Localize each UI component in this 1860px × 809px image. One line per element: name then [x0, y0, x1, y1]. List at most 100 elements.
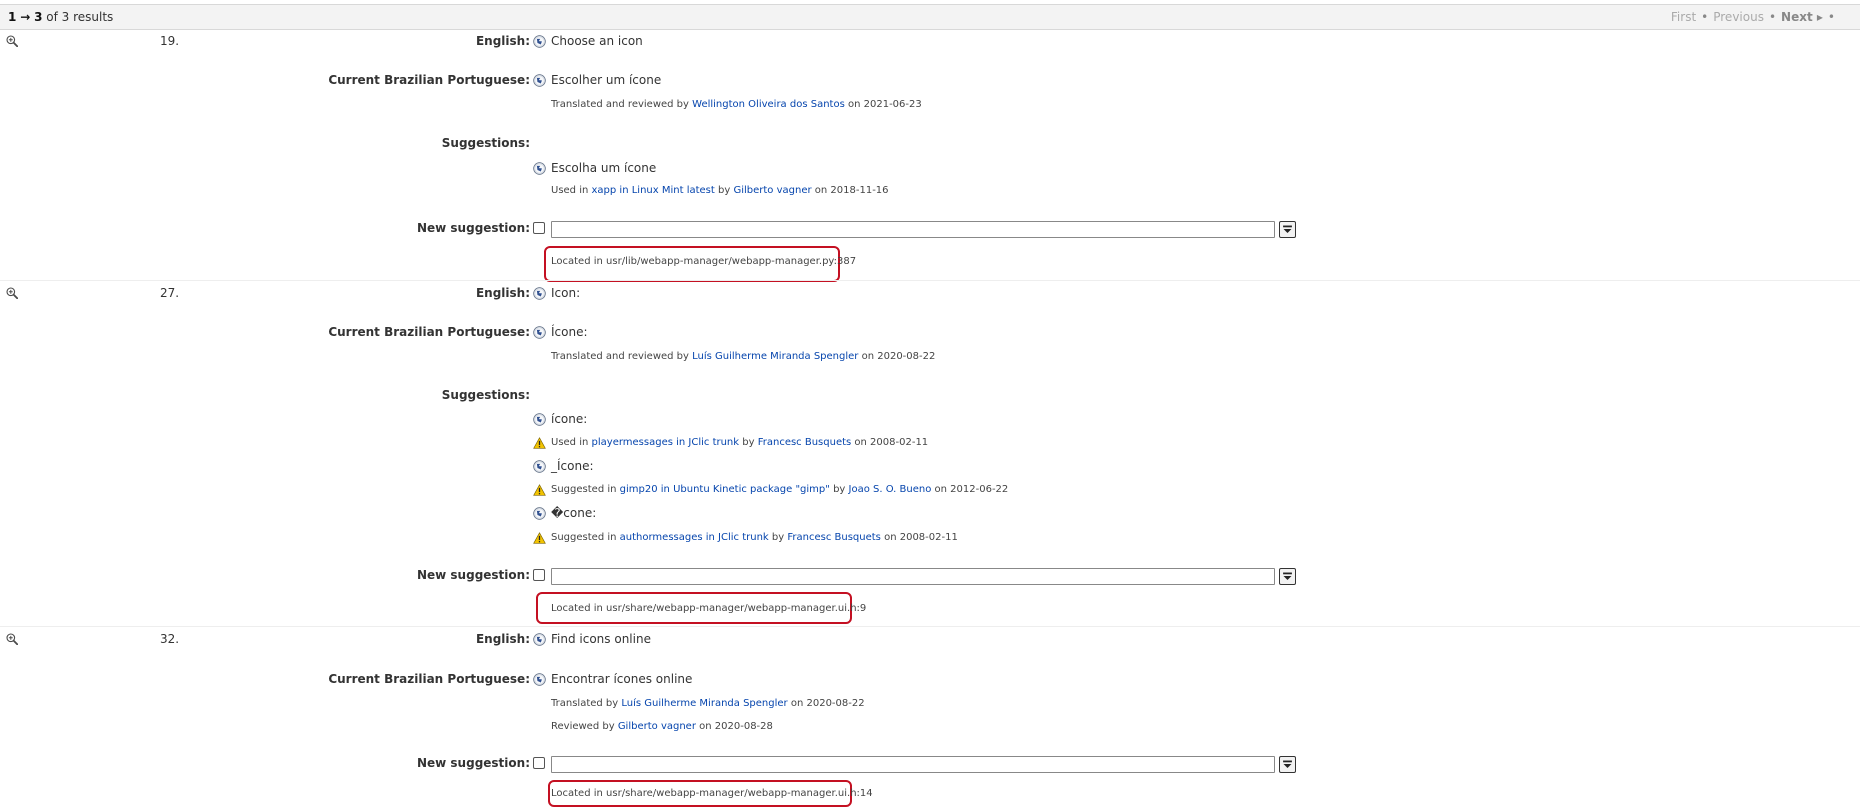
range-arrow: →: [20, 10, 31, 24]
globe-icon[interactable]: [533, 287, 546, 300]
translator-link[interactable]: Luís Guilherme Miranda Spengler: [621, 698, 787, 709]
globe-icon[interactable]: [533, 460, 546, 473]
meta-by: by: [833, 484, 846, 495]
dropdown-icon[interactable]: [1279, 221, 1296, 238]
meta-by: by: [718, 185, 731, 196]
meta-date: on 2018-11-16: [814, 185, 889, 196]
meta-prefix: Suggested in: [551, 484, 617, 495]
new-suggestion-checkbox[interactable]: [533, 757, 545, 769]
suggestion-meta: Suggested in authormessages in JClic tru…: [551, 532, 958, 543]
source-link[interactable]: playermessages in JClic trunk: [592, 437, 740, 448]
new-suggestion-label: New suggestion:: [416, 756, 530, 770]
english-text: Choose an icon: [551, 34, 643, 48]
english-text: Icon:: [551, 286, 581, 300]
meta-date: on 2020-08-22: [861, 351, 936, 362]
new-suggestion-input[interactable]: [551, 756, 1275, 773]
meta-date: on 2021-06-23: [847, 99, 922, 110]
zoom-in-icon[interactable]: [6, 287, 18, 299]
english-label: English:: [475, 286, 530, 300]
current-label: Current Brazilian Portuguese:: [328, 325, 530, 339]
globe-icon[interactable]: [533, 507, 546, 520]
suggestion-text[interactable]: Escolha um ícone: [551, 161, 656, 175]
suggestion-text[interactable]: _Ícone:: [551, 459, 594, 473]
previous-link[interactable]: Previous: [1713, 10, 1764, 24]
zoom-in-icon[interactable]: [6, 35, 18, 47]
meta-prefix: Suggested in: [551, 532, 617, 543]
range-start: 1: [8, 10, 17, 24]
suggestion-text[interactable]: �cone:: [551, 506, 596, 520]
globe-icon[interactable]: [533, 633, 546, 646]
pagination: First • Previous • Next ▸ •: [1671, 10, 1840, 24]
translator-link[interactable]: Luís Guilherme Miranda Spengler: [692, 351, 858, 362]
entry-divider: [0, 626, 1860, 627]
next-link[interactable]: Next ▸: [1781, 10, 1823, 24]
new-suggestion-input[interactable]: [551, 221, 1275, 238]
warning-icon: [533, 532, 546, 544]
new-suggestion-checkbox[interactable]: [533, 222, 545, 234]
entry-divider: [0, 280, 1860, 281]
meta-by: by: [742, 437, 755, 448]
author-link[interactable]: Gilberto vagner: [733, 185, 811, 196]
source-link[interactable]: xapp in Linux Mint latest: [592, 185, 715, 196]
pager-dot: •: [1827, 10, 1835, 24]
current-text: Ícone:: [551, 325, 588, 339]
current-label: Current Brazilian Portuguese:: [328, 672, 530, 686]
translator-link[interactable]: Wellington Oliveira dos Santos: [692, 99, 845, 110]
results-bar: 1 → 3 of 3 results First • Previous • Next ▸…: [0, 4, 1860, 30]
english-label: English:: [475, 632, 530, 646]
results-total: of 3 results: [46, 10, 114, 24]
meta-date: on 2008-02-11: [854, 437, 929, 448]
entry-number: 27.: [160, 286, 180, 300]
author-link[interactable]: Francesc Busquets: [787, 532, 881, 543]
pager-dot: •: [1768, 10, 1777, 24]
reviewer-link[interactable]: Gilberto vagner: [618, 721, 696, 732]
results-count: 1 → 3 of 3 results: [8, 10, 113, 24]
suggestion-meta: Suggested in gimp20 in Ubuntu Kinetic pa…: [551, 484, 1008, 495]
suggestion-meta: Used in xapp in Linux Mint latest by Gil…: [551, 185, 889, 196]
next-arrow-icon: ▸: [1816, 10, 1823, 24]
current-text: Escolher um ícone: [551, 73, 662, 87]
meta-date: on 2012-06-22: [934, 484, 1009, 495]
suggestions-label: Suggestions:: [441, 388, 530, 402]
meta-date: on 2020-08-28: [699, 721, 773, 732]
source-link[interactable]: gimp20 in Ubuntu Kinetic package "gimp": [620, 484, 830, 495]
globe-icon[interactable]: [533, 162, 546, 175]
first-link[interactable]: First: [1671, 10, 1696, 24]
globe-icon[interactable]: [533, 326, 546, 339]
current-text: Encontrar ícones online: [551, 672, 693, 686]
location-text: Located in usr/lib/webapp-manager/webapp…: [551, 256, 857, 267]
meta-prefix: Translated and reviewed by: [551, 351, 689, 362]
next-label: Next: [1781, 10, 1813, 24]
reviewed-meta: Reviewed by Gilberto vagner on 2020-08-2…: [551, 721, 773, 732]
meta-prefix: Translated by: [551, 698, 619, 709]
new-suggestion-input[interactable]: [551, 568, 1275, 585]
current-meta: Translated by Luís Guilherme Miranda Spe…: [551, 698, 865, 709]
suggestions-label: Suggestions:: [441, 136, 530, 150]
zoom-in-icon[interactable]: [6, 633, 18, 645]
globe-icon[interactable]: [533, 413, 546, 426]
current-meta: Translated and reviewed by Wellington Ol…: [551, 99, 922, 110]
current-label: Current Brazilian Portuguese:: [328, 73, 530, 87]
location-text: Located in usr/share/webapp-manager/weba…: [551, 603, 867, 614]
dropdown-icon[interactable]: [1279, 568, 1296, 585]
globe-icon[interactable]: [533, 673, 546, 686]
author-link[interactable]: Francesc Busquets: [758, 437, 852, 448]
author-link[interactable]: Joao S. O. Bueno: [849, 484, 932, 495]
english-text: Find icons online: [551, 632, 651, 646]
english-label: English:: [475, 34, 530, 48]
dropdown-icon[interactable]: [1279, 756, 1296, 773]
new-suggestion-label: New suggestion:: [416, 221, 530, 235]
warning-icon: [533, 484, 546, 496]
globe-icon[interactable]: [533, 74, 546, 87]
suggestion-meta: Used in playermessages in JClic trunk by…: [551, 437, 928, 448]
meta-prefix: Used in: [551, 185, 589, 196]
meta-prefix: Used in: [551, 437, 589, 448]
new-suggestion-checkbox[interactable]: [533, 569, 545, 581]
suggestion-text[interactable]: ícone:: [551, 412, 587, 426]
warning-icon: [533, 437, 546, 449]
globe-icon[interactable]: [533, 35, 546, 48]
new-suggestion-label: New suggestion:: [416, 568, 530, 582]
meta-date: on 2020-08-22: [790, 698, 865, 709]
entry-number: 19.: [160, 34, 180, 48]
source-link[interactable]: authormessages in JClic trunk: [620, 532, 769, 543]
